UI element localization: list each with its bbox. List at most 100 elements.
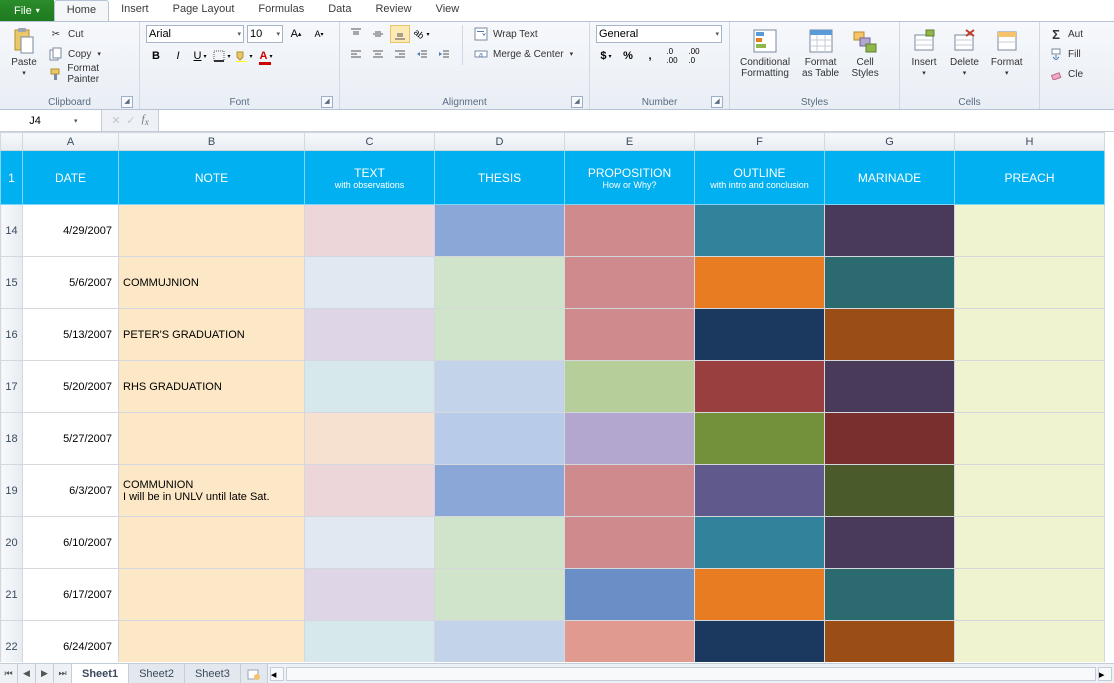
cell-G22[interactable]: [825, 621, 955, 663]
cell-E19[interactable]: [565, 465, 695, 517]
cell-A21[interactable]: 6/17/2007: [23, 569, 119, 621]
hscroll-left[interactable]: ◂: [270, 667, 284, 681]
cell-A18[interactable]: 5/27/2007: [23, 413, 119, 465]
cell-E20[interactable]: [565, 517, 695, 569]
row-header-19[interactable]: 19: [1, 465, 23, 517]
sheet-tab-2[interactable]: Sheet2: [129, 664, 185, 683]
decrease-indent-button[interactable]: [412, 45, 432, 63]
cell-H20[interactable]: [955, 517, 1105, 569]
wrap-text-button[interactable]: Wrap Text: [471, 25, 575, 43]
cell-D18[interactable]: [435, 413, 565, 465]
bold-button[interactable]: B: [146, 47, 166, 65]
cell-F14[interactable]: [695, 205, 825, 257]
cell-F21[interactable]: [695, 569, 825, 621]
cell-H18[interactable]: [955, 413, 1105, 465]
increase-font-button[interactable]: A▴: [286, 25, 306, 43]
cell-B21[interactable]: [119, 569, 305, 621]
align-top-button[interactable]: [346, 25, 366, 43]
cell-C14[interactable]: [305, 205, 435, 257]
cell-C17[interactable]: [305, 361, 435, 413]
cell-D22[interactable]: [435, 621, 565, 663]
cell-A15[interactable]: 5/6/2007: [23, 257, 119, 309]
cell-F16[interactable]: [695, 309, 825, 361]
tab-insert[interactable]: Insert: [109, 0, 161, 21]
row-header-22[interactable]: 22: [1, 621, 23, 663]
row-header-17[interactable]: 17: [1, 361, 23, 413]
cell-C21[interactable]: [305, 569, 435, 621]
cell-E22[interactable]: [565, 621, 695, 663]
select-all-corner[interactable]: [1, 133, 23, 151]
fill-color-button[interactable]: [234, 47, 254, 65]
tab-review[interactable]: Review: [363, 0, 423, 21]
format-cells-button[interactable]: Format: [987, 25, 1027, 81]
cell-A20[interactable]: 6/10/2007: [23, 517, 119, 569]
cell-D19[interactable]: [435, 465, 565, 517]
cell-F15[interactable]: [695, 257, 825, 309]
number-format-select[interactable]: General▾: [596, 25, 722, 43]
horizontal-scrollbar[interactable]: ◂ ▸: [268, 664, 1114, 683]
cell-G16[interactable]: [825, 309, 955, 361]
worksheet-grid[interactable]: ABCDEFGH1DATENOTETEXTwith observationsTH…: [0, 132, 1114, 662]
cell-F18[interactable]: [695, 413, 825, 465]
increase-indent-button[interactable]: [434, 45, 454, 63]
cell-E18[interactable]: [565, 413, 695, 465]
cell-E17[interactable]: [565, 361, 695, 413]
sheet-tab-1[interactable]: Sheet1: [72, 664, 129, 683]
cell-H17[interactable]: [955, 361, 1105, 413]
header-cell-D[interactable]: THESIS: [435, 151, 565, 205]
name-box-dropdown-icon[interactable]: ▾: [70, 117, 82, 125]
file-tab[interactable]: File: [0, 0, 54, 21]
cell-G21[interactable]: [825, 569, 955, 621]
col-header-B[interactable]: B: [119, 133, 305, 151]
header-cell-E[interactable]: PROPOSITIONHow or Why?: [565, 151, 695, 205]
cell-F22[interactable]: [695, 621, 825, 663]
formula-input[interactable]: [159, 110, 1114, 131]
cell-G19[interactable]: [825, 465, 955, 517]
cell-H15[interactable]: [955, 257, 1105, 309]
cell-A17[interactable]: 5/20/2007: [23, 361, 119, 413]
font-name-select[interactable]: Arial▾: [146, 25, 244, 43]
cell-C18[interactable]: [305, 413, 435, 465]
cell-D17[interactable]: [435, 361, 565, 413]
cell-E14[interactable]: [565, 205, 695, 257]
header-cell-H[interactable]: PREACH: [955, 151, 1105, 205]
tab-home[interactable]: Home: [54, 0, 109, 21]
align-center-button[interactable]: [368, 45, 388, 63]
align-middle-button[interactable]: [368, 25, 388, 43]
cell-G18[interactable]: [825, 413, 955, 465]
cell-D20[interactable]: [435, 517, 565, 569]
cell-C19[interactable]: [305, 465, 435, 517]
col-header-H[interactable]: H: [955, 133, 1105, 151]
cell-D16[interactable]: [435, 309, 565, 361]
borders-button[interactable]: [212, 47, 232, 65]
cell-B18[interactable]: [119, 413, 305, 465]
row-header-16[interactable]: 16: [1, 309, 23, 361]
cell-G20[interactable]: [825, 517, 955, 569]
cell-B15[interactable]: COMMUJNION: [119, 257, 305, 309]
fx-icon[interactable]: fx: [142, 113, 149, 127]
sheet-tab-3[interactable]: Sheet3: [185, 664, 241, 683]
fill-button[interactable]: Fill: [1046, 45, 1085, 63]
insert-cells-button[interactable]: Insert: [906, 25, 942, 81]
cell-H14[interactable]: [955, 205, 1105, 257]
col-header-A[interactable]: A: [23, 133, 119, 151]
merge-center-button[interactable]: aMerge & Center▾: [471, 45, 575, 63]
autosum-button[interactable]: ΣAut: [1046, 25, 1085, 43]
cell-B14[interactable]: [119, 205, 305, 257]
cell-H19[interactable]: [955, 465, 1105, 517]
format-painter-button[interactable]: Format Painter: [46, 65, 133, 83]
conditional-formatting-button[interactable]: Conditional Formatting: [736, 25, 794, 81]
delete-cells-button[interactable]: Delete: [946, 25, 983, 81]
font-color-button[interactable]: A: [256, 47, 276, 65]
number-dialog-launcher[interactable]: ◢: [711, 96, 723, 108]
cell-A16[interactable]: 5/13/2007: [23, 309, 119, 361]
align-bottom-button[interactable]: [390, 25, 410, 43]
alignment-dialog-launcher[interactable]: ◢: [571, 96, 583, 108]
underline-button[interactable]: U: [190, 47, 210, 65]
row-header-21[interactable]: 21: [1, 569, 23, 621]
cell-styles-button[interactable]: Cell Styles: [847, 25, 883, 81]
cell-H16[interactable]: [955, 309, 1105, 361]
comma-format-button[interactable]: ,: [640, 47, 660, 65]
increase-decimal-button[interactable]: .0.00: [662, 47, 682, 65]
header-cell-G[interactable]: MARINADE: [825, 151, 955, 205]
